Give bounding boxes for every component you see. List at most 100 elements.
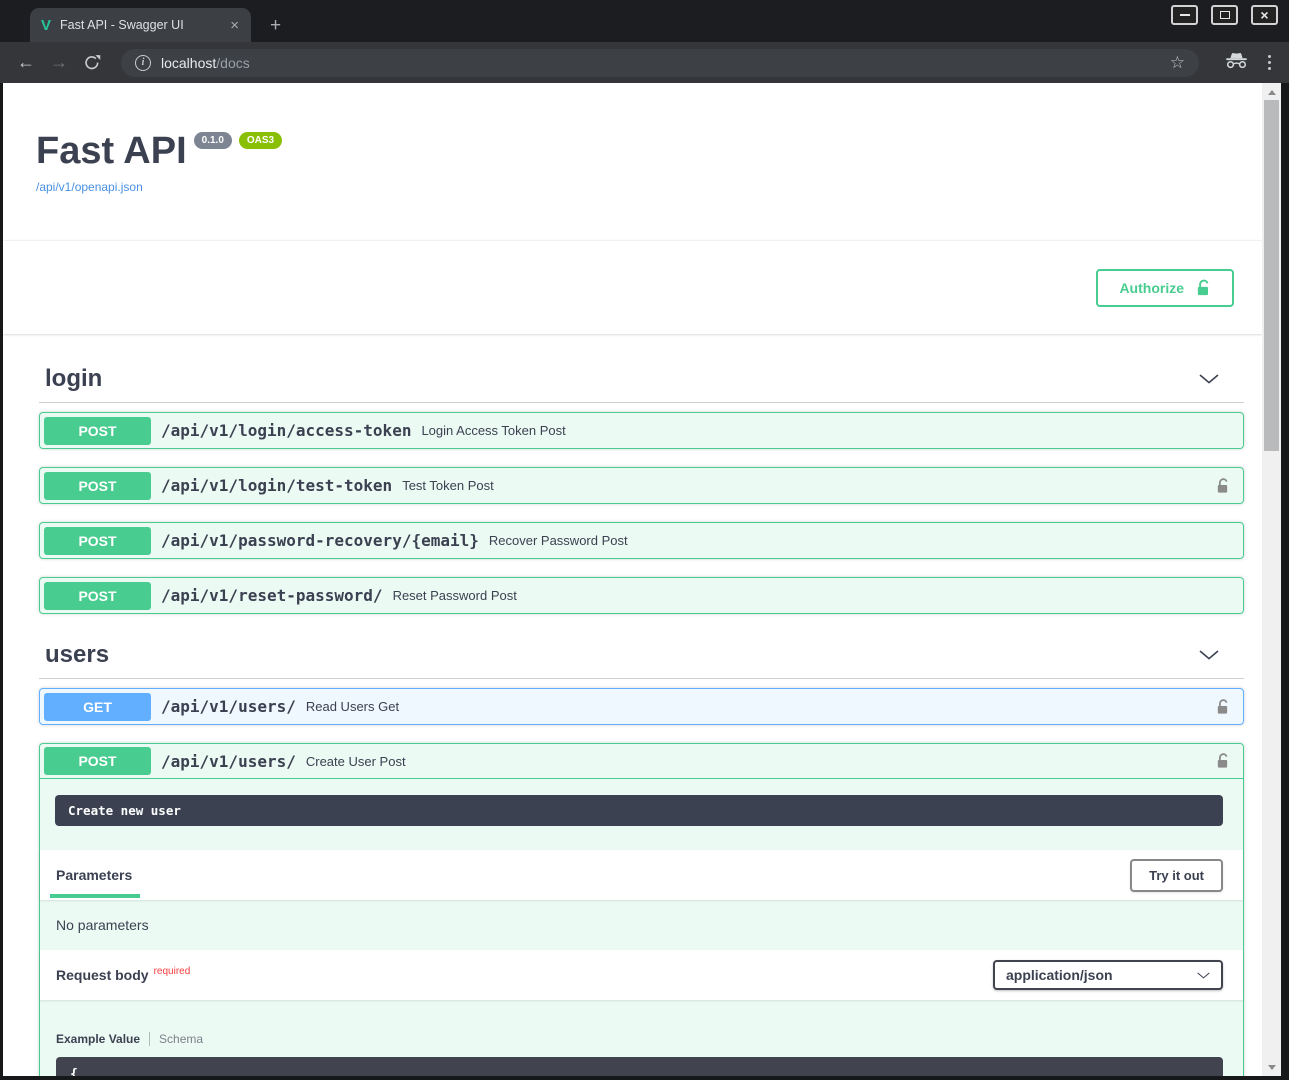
swagger-page: Fast API0.1.0OAS3 /api/v1/openapi.json A…: [3, 83, 1262, 1076]
op-path: /api/v1/users/: [161, 752, 296, 771]
tab-close-icon[interactable]: ×: [227, 17, 242, 34]
close-icon: ×: [1260, 8, 1268, 22]
bookmark-star-icon[interactable]: ☆: [1170, 53, 1185, 73]
method-badge: POST: [44, 747, 151, 775]
oas3-badge: OAS3: [239, 132, 282, 149]
tab-title: Fast API - Swagger UI: [60, 18, 218, 32]
opblock-reset-password: POST /api/v1/reset-password/ Reset Passw…: [39, 577, 1244, 614]
parameters-header: Parameters Try it out: [40, 850, 1243, 900]
opblock-create-user: POST /api/v1/users/ Create User Post Cre…: [39, 743, 1244, 1076]
forward-button[interactable]: →: [47, 52, 71, 73]
tab-separator: [149, 1032, 150, 1046]
page-scrollbar[interactable]: [1262, 83, 1281, 1076]
authorize-label: Authorize: [1119, 280, 1184, 296]
minimize-icon: [1180, 14, 1190, 16]
opblock-password-recovery: POST /api/v1/password-recovery/{email} R…: [39, 522, 1244, 559]
page-title: Fast API0.1.0OAS3: [36, 130, 1231, 173]
auth-lock-icon[interactable]: [1216, 752, 1230, 770]
version-badge: 0.1.0: [194, 132, 232, 149]
api-info: Fast API0.1.0OAS3 /api/v1/openapi.json: [3, 83, 1262, 196]
window-border: [1281, 83, 1289, 1076]
reload-button[interactable]: [80, 54, 104, 72]
op-summary[interactable]: POST /api/v1/reset-password/ Reset Passw…: [40, 578, 1243, 613]
op-summary[interactable]: GET /api/v1/users/ Read Users Get: [40, 689, 1243, 724]
maximize-button[interactable]: [1211, 5, 1238, 25]
required-badge: required: [154, 966, 191, 977]
browser-toolbar: ← → i localhost/docs ☆: [0, 42, 1289, 83]
unlocked-padlock-icon: [1196, 278, 1211, 298]
fastapi-favicon-icon: V: [41, 18, 51, 33]
browser-tab[interactable]: V Fast API - Swagger UI ×: [30, 8, 251, 42]
op-summary-text: Login Access Token Post: [421, 423, 565, 438]
op-expanded-body: Create new user Parameters Try it out No…: [40, 795, 1243, 1076]
incognito-icon: [1225, 52, 1248, 74]
request-body-header: Request bodyrequired application/json: [40, 950, 1243, 1000]
schema-tab[interactable]: Schema: [159, 1032, 203, 1046]
close-window-button[interactable]: ×: [1251, 5, 1278, 25]
example-code-block: {: [56, 1057, 1223, 1076]
method-badge: POST: [44, 472, 151, 500]
url-host: localhost: [161, 55, 216, 71]
operations-list: login POST /api/v1/login/access-token Lo…: [3, 356, 1262, 1076]
minimize-button[interactable]: [1171, 5, 1198, 25]
op-summary-text: Read Users Get: [306, 699, 399, 714]
tag-name: users: [45, 640, 109, 670]
op-summary[interactable]: POST /api/v1/users/ Create User Post: [40, 744, 1243, 779]
tag-header-login[interactable]: login: [39, 356, 1244, 403]
media-type-select[interactable]: application/json: [993, 960, 1223, 990]
tag-header-users[interactable]: users: [39, 632, 1244, 679]
op-summary-text: Create User Post: [306, 754, 406, 769]
authorize-button[interactable]: Authorize: [1096, 269, 1234, 307]
op-path: /api/v1/users/: [161, 697, 296, 716]
scheme-container: Authorize: [3, 241, 1262, 334]
media-type-value: application/json: [1006, 967, 1113, 983]
try-it-out-button[interactable]: Try it out: [1130, 859, 1223, 892]
op-path: /api/v1/login/access-token: [161, 421, 411, 440]
scrollbar-thumb[interactable]: [1264, 100, 1279, 451]
op-summary-text: Reset Password Post: [393, 588, 517, 603]
op-path: /api/v1/password-recovery/{email}: [161, 531, 479, 550]
op-summary[interactable]: POST /api/v1/login/access-token Login Ac…: [40, 413, 1243, 448]
address-bar[interactable]: i localhost/docs ☆: [121, 49, 1199, 77]
op-path: /api/v1/reset-password/: [161, 586, 383, 605]
openapi-spec-link[interactable]: /api/v1/openapi.json: [36, 180, 143, 194]
op-summary[interactable]: POST /api/v1/password-recovery/{email} R…: [40, 523, 1243, 558]
opblock-login-test-token: POST /api/v1/login/test-token Test Token…: [39, 467, 1244, 504]
opblock-read-users: GET /api/v1/users/ Read Users Get: [39, 688, 1244, 725]
browser-titlebar: V Fast API - Swagger UI × + ×: [0, 0, 1289, 42]
url-path: /docs: [216, 55, 249, 71]
method-badge: POST: [44, 417, 151, 445]
back-button[interactable]: ←: [14, 52, 38, 73]
op-description: Create new user: [55, 795, 1223, 826]
scrollbar-up-arrow[interactable]: [1262, 84, 1281, 100]
browser-menu-button[interactable]: [1262, 53, 1277, 72]
op-summary[interactable]: POST /api/v1/login/test-token Test Token…: [40, 468, 1243, 503]
op-path: /api/v1/login/test-token: [161, 476, 392, 495]
method-badge: POST: [44, 582, 151, 610]
no-parameters-text: No parameters: [40, 900, 1243, 950]
model-example: Example Value Schema {: [40, 1000, 1243, 1076]
example-tabs: Example Value Schema: [56, 1032, 1223, 1046]
window-controls: ×: [1171, 5, 1278, 25]
scrollbar-down-arrow[interactable]: [1262, 1059, 1281, 1075]
auth-lock-icon[interactable]: [1216, 477, 1230, 495]
auth-lock-icon[interactable]: [1216, 698, 1230, 716]
parameters-tab[interactable]: Parameters: [56, 867, 132, 883]
method-badge: GET: [44, 693, 151, 721]
chevron-down-icon[interactable]: [1199, 374, 1219, 384]
method-badge: POST: [44, 527, 151, 555]
tag-section-login: login POST /api/v1/login/access-token Lo…: [39, 356, 1244, 614]
reload-icon: [83, 54, 101, 72]
new-tab-button[interactable]: +: [270, 16, 281, 35]
op-summary-text: Recover Password Post: [489, 533, 628, 548]
url-text: localhost/docs: [161, 55, 250, 71]
opblock-login-access-token: POST /api/v1/login/access-token Login Ac…: [39, 412, 1244, 449]
request-body-label: Request bodyrequired: [56, 967, 190, 983]
example-value-tab[interactable]: Example Value: [56, 1032, 140, 1046]
op-summary-text: Test Token Post: [402, 478, 494, 493]
tag-section-users: users GET /api/v1/users/ Read Users Get: [39, 632, 1244, 1076]
maximize-icon: [1220, 11, 1230, 19]
chevron-down-icon[interactable]: [1199, 650, 1219, 660]
site-info-icon[interactable]: i: [135, 55, 151, 71]
tag-name: login: [45, 364, 102, 394]
